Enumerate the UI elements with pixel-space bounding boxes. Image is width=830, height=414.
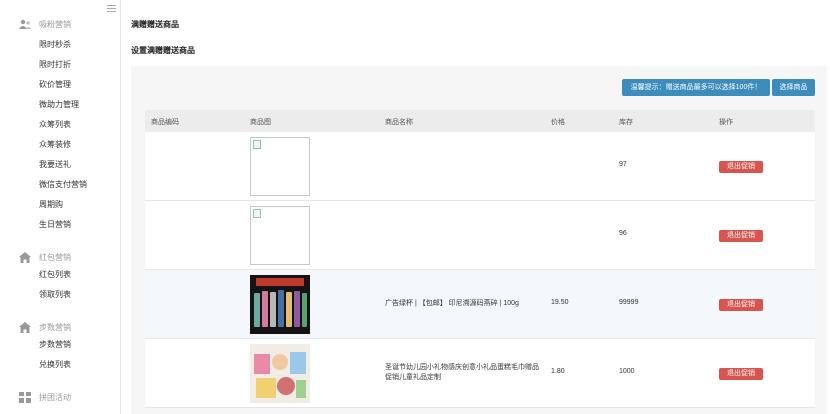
select-goods-button[interactable]: 选择商品	[772, 79, 815, 96]
sidebar: 吸粉营销 限时秒杀 限时打折 砍价管理 微助力管理 众筹列表 众筹装修 我要送礼…	[0, 0, 121, 414]
goods-table: 商品编码 商品图 商品名称 价格 库存 操作 97 退出促销 96 退出促销 广…	[145, 110, 815, 408]
table-row: 96 退出促销	[145, 201, 815, 270]
sidebar-item-birthday[interactable]: 生日营销	[39, 219, 71, 230]
sidebar-group-label: 步数营销	[39, 323, 71, 332]
tip-button[interactable]: 温馨提示：赠送商品最多可以选择100件！	[622, 79, 770, 96]
sidebar-item-steps[interactable]: 步数营销	[39, 339, 71, 350]
exit-promotion-button[interactable]: 退出促销	[719, 230, 763, 242]
product-toys-image	[250, 344, 310, 403]
goods-panel: 温馨提示：赠送商品最多可以选择100件！ 选择商品 商品编码 商品图 商品名称 …	[131, 66, 827, 414]
sidebar-item-bargain[interactable]: 砍价管理	[39, 79, 71, 90]
header-code: 商品编码	[151, 119, 179, 126]
sidebar-item-exchange-list[interactable]: 兑换列表	[39, 359, 71, 370]
sidebar-item-gift[interactable]: 我要送礼	[39, 159, 71, 170]
users-icon	[19, 19, 31, 29]
sidebar-item-redpacket-list[interactable]: 红包列表	[39, 269, 71, 280]
sidebar-group-steps[interactable]: 步数营销	[0, 318, 120, 336]
price-cell: 1.80	[551, 368, 565, 375]
sidebar-item-crowdfund-list[interactable]: 众筹列表	[39, 119, 71, 130]
exit-promotion-button[interactable]: 退出促销	[719, 161, 763, 173]
header-action: 操作	[719, 119, 733, 126]
table-header: 商品编码 商品图 商品名称 价格 库存 操作	[145, 110, 815, 132]
section-title: 设置满赠赠送商品	[131, 46, 195, 55]
header-image: 商品图	[250, 119, 271, 126]
header-price: 价格	[551, 119, 565, 126]
page-title: 满赠赠送商品	[131, 20, 179, 29]
home-icon	[19, 252, 31, 263]
sidebar-item-periodic[interactable]: 周期购	[39, 199, 63, 210]
product-name-cell: 广告绿杯 | 【包邮】 印尼溯源码燕碎 | 100g	[385, 300, 519, 307]
sidebar-group-label: 吸粉营销	[39, 20, 71, 29]
sidebar-group-groupbuy[interactable]: 拼团活动	[0, 388, 120, 406]
grid-icon	[19, 392, 31, 403]
sidebar-item-claim-list[interactable]: 领取列表	[39, 289, 71, 300]
sidebar-item-flash-sale[interactable]: 限时秒杀	[39, 39, 71, 50]
sidebar-group-label: 拼团活动	[39, 393, 71, 402]
header-name: 商品名称	[385, 119, 413, 126]
sidebar-item-wechat-pay[interactable]: 微信支付营销	[39, 179, 87, 190]
broken-image-icon	[250, 206, 310, 265]
stock-cell: 1000	[619, 368, 635, 375]
product-name-cell: 圣诞节幼儿园小礼物感庆创意小礼品蛋糕毛巾赠品促销儿童礼品定制	[385, 364, 539, 381]
sidebar-group-redpacket[interactable]: 红包营销	[0, 248, 120, 266]
broken-image-icon	[250, 137, 310, 196]
table-row: 圣诞节幼儿园小礼物感庆创意小礼品蛋糕毛巾赠品促销儿童礼品定制 1.80 1000…	[145, 339, 815, 408]
stock-cell: 96	[619, 230, 627, 237]
stock-cell: 97	[619, 161, 627, 168]
sidebar-group-fans[interactable]: 吸粉营销	[0, 15, 120, 33]
exit-promotion-button[interactable]: 退出促销	[719, 299, 763, 311]
header-stock: 库存	[619, 119, 633, 126]
sidebar-group-label: 红包营销	[39, 253, 71, 262]
product-tumbler-image	[250, 275, 310, 334]
home-icon	[19, 322, 31, 333]
stock-cell: 99999	[619, 299, 639, 306]
table-row: 97 退出促销	[145, 132, 815, 201]
price-cell: 19.50	[551, 299, 569, 306]
sidebar-item-discount[interactable]: 限时打折	[39, 59, 71, 70]
exit-promotion-button[interactable]: 退出促销	[719, 368, 763, 380]
sidebar-item-assist[interactable]: 微助力管理	[39, 99, 79, 110]
menu-toggle-icon[interactable]	[107, 5, 116, 13]
sidebar-item-crowdfund-decor[interactable]: 众筹装修	[39, 139, 71, 150]
table-row: 广告绿杯 | 【包邮】 印尼溯源码燕碎 | 100g 19.50 99999 退…	[145, 270, 815, 339]
